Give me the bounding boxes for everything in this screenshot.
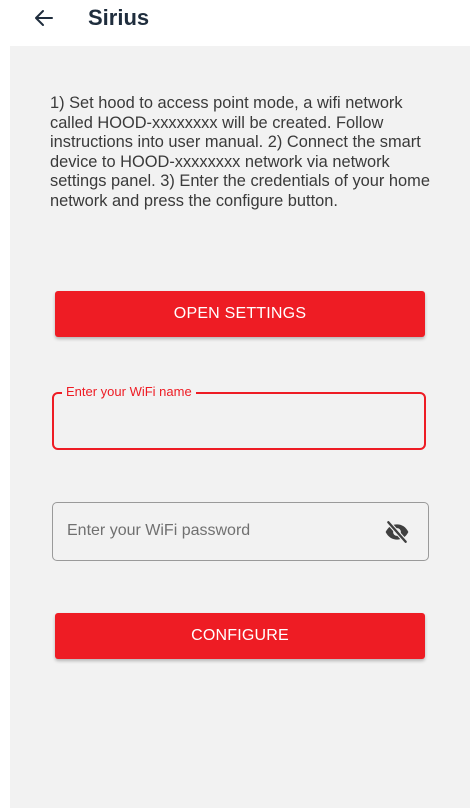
wifi-password-field[interactable]: Enter your WiFi password (52, 502, 429, 561)
back-button[interactable] (28, 2, 60, 34)
toggle-password-visibility-button[interactable] (384, 519, 410, 545)
wifi-name-label: Enter your WiFi name (62, 384, 196, 400)
main-content: 1) Set hood to access point mode, a wifi… (10, 46, 470, 808)
instructions-text: 1) Set hood to access point mode, a wifi… (50, 94, 430, 210)
wifi-name-field[interactable] (52, 392, 426, 450)
arrow-left-icon (35, 10, 53, 26)
page-title: Sirius (88, 5, 150, 30)
open-settings-button[interactable]: OPEN SETTINGS (55, 291, 425, 337)
wifi-password-placeholder: Enter your WiFi password (67, 522, 251, 539)
eye-off-icon (385, 519, 409, 545)
configure-button[interactable]: CONFIGURE (55, 613, 425, 659)
app-bar: Sirius (0, 0, 474, 46)
